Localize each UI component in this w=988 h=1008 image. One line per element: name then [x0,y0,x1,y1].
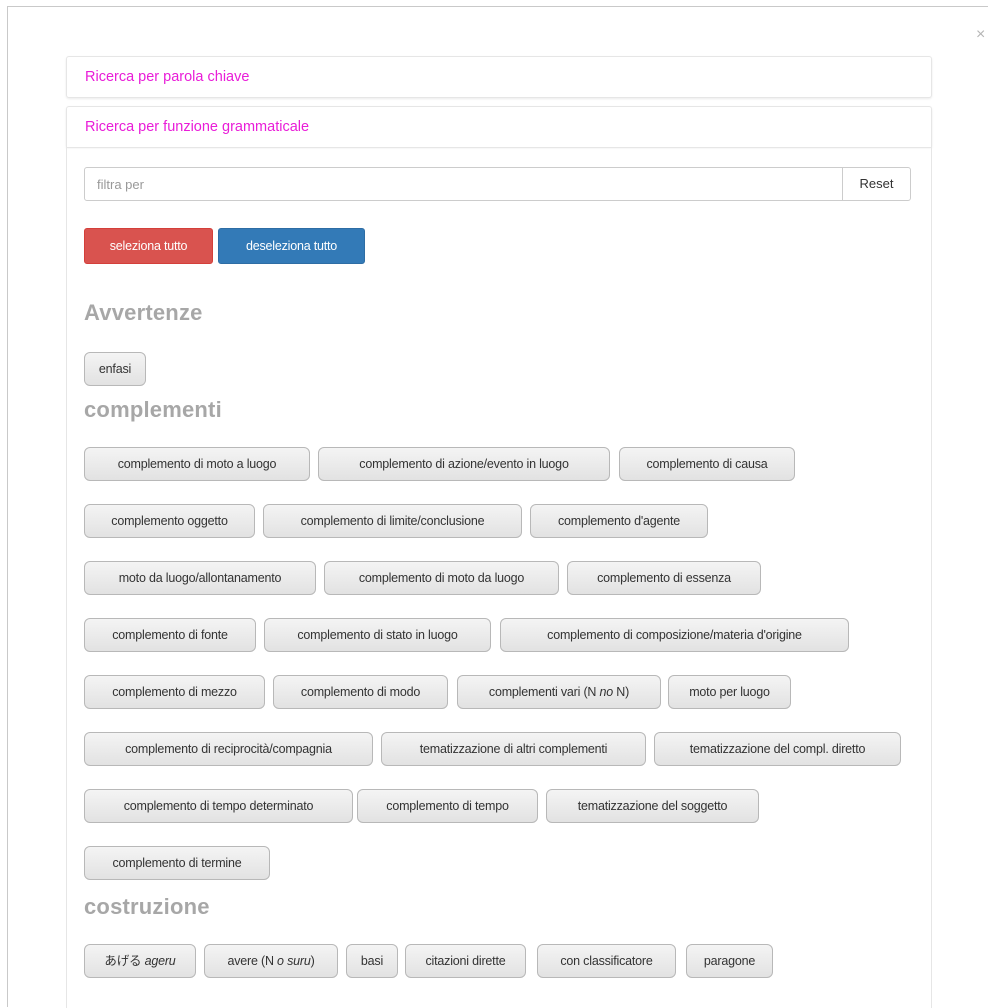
tag-text: complementi vari (N [488,685,600,699]
tag-complementi[interactable]: complemento di moto a luogo [84,447,310,481]
tag-complementi[interactable]: tematizzazione di altri complementi [381,732,646,766]
tag-complementi[interactable]: tematizzazione del compl. diretto [654,732,901,766]
tag-complementi[interactable]: complemento di termine [84,846,270,880]
tag-complementi[interactable]: complemento di reciprocità/compagnia [84,732,373,766]
filter-input[interactable] [84,167,843,201]
tag-complementi[interactable]: complemento di stato in luogo [264,618,491,652]
tag-costruzione[interactable]: paragone [686,944,773,978]
reset-button[interactable]: Reset [842,167,911,201]
tag-complementi[interactable]: complemento d'agente [530,504,708,538]
grammar-search-title[interactable]: Ricerca per funzione grammaticale [85,119,309,135]
tag-costruzione[interactable]: あげる ageru [84,944,196,978]
tag-text: N) [613,685,630,699]
tag-complementi[interactable]: complemento di composizione/materia d'or… [500,618,849,652]
tag-complementi[interactable]: tematizzazione del soggetto [546,789,759,823]
deselect-all-button[interactable]: deseleziona tutto [218,228,365,264]
keyword-search-panel[interactable]: Ricerca per parola chiave [66,56,932,98]
select-all-button[interactable]: seleziona tutto [84,228,213,264]
grammar-search-panel[interactable]: Ricerca per funzione grammaticale [66,106,932,147]
section-title-avvertenze: Avvertenze [84,300,203,325]
tag-avvertenze[interactable]: enfasi [84,352,146,386]
tag-costruzione[interactable]: basi [346,944,398,978]
tag-text: avere (N [227,954,278,968]
tag-complementi[interactable]: complemento oggetto [84,504,255,538]
tag-costruzione[interactable]: con classificatore [537,944,676,978]
tag-complementi[interactable]: complemento di tempo determinato [84,789,353,823]
tag-complementi[interactable]: complemento di causa [619,447,795,481]
section-title-complementi: complementi [84,397,222,422]
tag-complementi[interactable]: complemento di mezzo [84,675,265,709]
tag-costruzione[interactable]: citazioni dirette [405,944,526,978]
tag-italic-text: ageru [144,954,176,968]
tag-complementi[interactable]: complementi vari (N no N) [457,675,661,709]
tag-italic-text: no [599,685,614,699]
tag-complementi[interactable]: complemento di azione/evento in luogo [318,447,610,481]
tag-complementi[interactable]: complemento di fonte [84,618,256,652]
close-icon[interactable]: × [976,27,985,43]
tag-italic-text: o suru [277,954,311,968]
tag-complementi[interactable]: complemento di modo [273,675,448,709]
tag-text: ) [310,954,315,968]
tag-costruzione[interactable]: avere (N o suru) [204,944,338,978]
tag-complementi[interactable]: complemento di moto da luogo [324,561,559,595]
tag-complementi[interactable]: complemento di tempo [357,789,538,823]
section-title-costruzione: costruzione [84,894,210,919]
tag-complementi[interactable]: complemento di essenza [567,561,761,595]
tag-text: あげる [104,954,145,968]
tag-complementi[interactable]: complemento di limite/conclusione [263,504,522,538]
tag-complementi[interactable]: moto per luogo [668,675,791,709]
keyword-search-title[interactable]: Ricerca per parola chiave [85,69,249,85]
tag-complementi[interactable]: moto da luogo/allontanamento [84,561,316,595]
